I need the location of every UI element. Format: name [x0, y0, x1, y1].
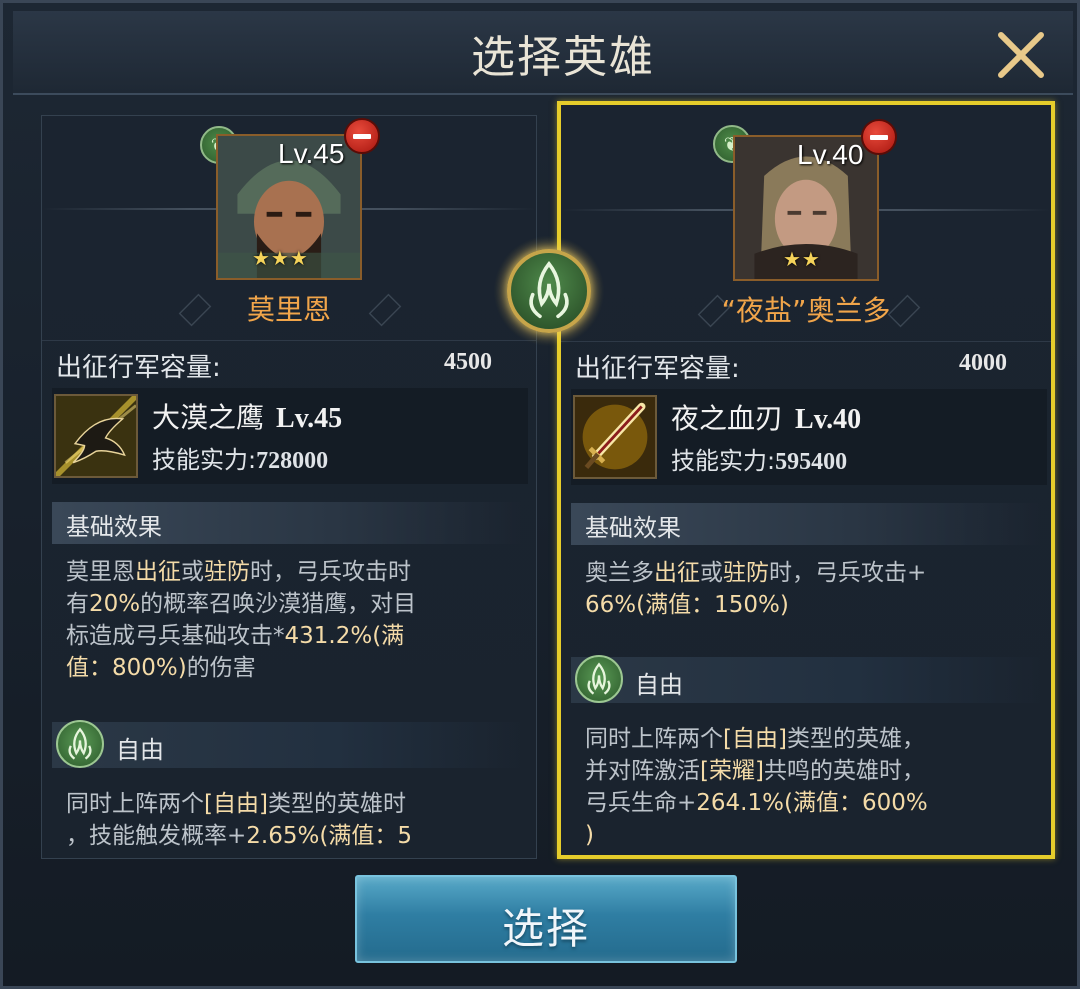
skill-name-text: 夜之血刃 [671, 402, 784, 435]
remove-hero-button[interactable] [861, 119, 897, 155]
march-capacity-row: 出征行军容量: 4500 [42, 340, 536, 386]
base-effect-header: 基础效果 [571, 503, 1041, 545]
effect-text-segment: ，技能触发概率+ [66, 823, 247, 849]
base-effect-label: 基础效果 [585, 514, 681, 542]
hero-name: “夜盐”奥兰多 [721, 294, 891, 327]
effect-highlight: [荣耀] [700, 758, 764, 784]
faction-effect-text: 同时上阵两个[自由]类型的英雄， 并对阵激活[荣耀]共鸣的英雄时， 弓兵生命+2… [585, 723, 1045, 851]
effect-value: 2.65%(满值：5 [246, 823, 412, 849]
skill-icon [54, 394, 138, 478]
hero-stars: ★★★ [252, 246, 309, 270]
effect-text-segment: 奥兰多 [585, 560, 654, 586]
effect-value: 值：800%) [66, 655, 187, 681]
base-effect-label: 基础效果 [66, 513, 162, 541]
hero-level: Lv.45 [278, 138, 345, 169]
remove-hero-button[interactable] [344, 118, 380, 154]
march-capacity-row: 出征行军容量: 4000 [561, 341, 1051, 387]
effect-text-segment: 同时上阵两个 [585, 726, 723, 752]
effect-value: 431.2%(满 [284, 623, 405, 649]
effect-highlight: 出征 [135, 559, 181, 585]
faction-effect-text: 同时上阵两个[自由]类型的英雄时 ，技能触发概率+2.65%(满值：5 [66, 788, 526, 852]
skill-box: 大漠之鹰 Lv.45 技能实力:728000 [52, 388, 528, 484]
hero-select-dialog: 选择英雄 ❦ Lv.45 ★★★ 莫里恩 [0, 0, 1080, 989]
effect-text-segment: 时，弓兵攻击+ [769, 560, 927, 586]
effect-text-segment: 标造成弓兵基础攻击* [66, 623, 285, 649]
hero-stars: ★★ [783, 247, 821, 271]
effect-highlight: [自由] [204, 791, 268, 817]
effect-text-segment: 并对阵激活 [585, 758, 700, 784]
select-button[interactable]: 选择 [355, 875, 737, 963]
freedom-faction-icon [56, 720, 104, 768]
blood-blade-skill-icon [575, 397, 655, 477]
skill-power: 技能实力:728000 [152, 440, 328, 475]
select-button-label: 选择 [501, 904, 590, 953]
effect-text-segment: 同时上阵两个 [66, 791, 204, 817]
close-button[interactable] [991, 25, 1051, 85]
freedom-faction-icon [575, 655, 623, 703]
skill-power: 技能实力:595400 [671, 441, 847, 476]
effect-value: 66%(满值：150%) [585, 592, 789, 618]
hero-level: Lv.40 [797, 139, 864, 170]
effect-highlight: 出征 [654, 560, 700, 586]
hero-name: 莫里恩 [246, 293, 331, 326]
effect-text-segment: 莫里恩 [66, 559, 135, 585]
effect-text-segment: 弓兵生命+ [585, 790, 697, 816]
faction-tag-label: 自由 [635, 671, 683, 699]
skill-icon [573, 395, 657, 479]
effect-value: 264.1%(满值：600% [696, 790, 928, 816]
faction-resonance-emblem [493, 235, 605, 347]
skill-box: 夜之血刃 Lv.40 技能实力:595400 [571, 389, 1047, 485]
capacity-value: 4500 [444, 349, 492, 375]
base-effect-text: 莫里恩出征或驻防时，弓兵攻击时 有20%的概率召唤沙漠猎鹰，对目 标造成弓兵基础… [66, 556, 526, 684]
faction-tag-label: 自由 [116, 736, 164, 764]
effect-text-segment: 的概率召唤沙漠猎鹰，对目 [140, 591, 417, 617]
effect-text-segment: 类型的英雄时 [267, 791, 406, 817]
dialog-title: 选择英雄 [471, 32, 655, 83]
effect-highlight: 驻防 [723, 560, 769, 586]
hero-card-left[interactable]: ❦ Lv.45 ★★★ 莫里恩 出征行军容量: 4500 [41, 115, 537, 859]
skill-power-label: 技能实力: [152, 446, 257, 474]
skill-name-text: 大漠之鹰 [152, 401, 265, 434]
effect-text-segment: 或 [181, 559, 204, 585]
skill-name: 大漠之鹰 Lv.45 [152, 396, 342, 436]
capacity-label: 出征行军容量: [56, 353, 221, 383]
title-bar: 选择英雄 [13, 11, 1073, 95]
skill-power-value: 728000 [256, 448, 329, 474]
effect-text-segment: 时，弓兵攻击时 [250, 559, 411, 585]
effect-text-segment: 有 [66, 591, 89, 617]
effect-text-segment: 或 [700, 560, 723, 586]
capacity-value: 4000 [959, 350, 1007, 376]
effect-value: ) [585, 822, 594, 848]
capacity-label: 出征行军容量: [575, 354, 740, 384]
skill-name: 夜之血刃 Lv.40 [671, 397, 861, 437]
base-effect-text: 奥兰多出征或驻防时，弓兵攻击+ 66%(满值：150%) [585, 557, 1045, 621]
close-x-icon [998, 32, 1044, 78]
effect-text-segment: 共鸣的英雄时， [763, 758, 925, 784]
effect-text-segment: 的伤害 [186, 655, 256, 681]
effect-value: 20% [89, 591, 141, 617]
skill-level: Lv.40 [795, 404, 862, 435]
faction-tag-row: 自由 [52, 720, 522, 768]
faction-tag-row: 自由 [571, 655, 1041, 703]
base-effect-header: 基础效果 [52, 502, 522, 544]
effect-highlight: 驻防 [204, 559, 250, 585]
skill-level: Lv.45 [276, 403, 343, 434]
hero-card-right-selected[interactable]: ❦ Lv.40 ★★ “夜盐”奥兰多 出征行军容量: 4000 夜之血刃 Lv.… [557, 101, 1055, 859]
skill-power-value: 595400 [775, 449, 848, 475]
skill-power-label: 技能实力: [671, 447, 776, 475]
eagle-skill-icon [56, 396, 136, 476]
freedom-leaf-icon [507, 249, 591, 333]
effect-highlight: [自由] [723, 726, 787, 752]
effect-text-segment: 类型的英雄， [786, 726, 925, 752]
